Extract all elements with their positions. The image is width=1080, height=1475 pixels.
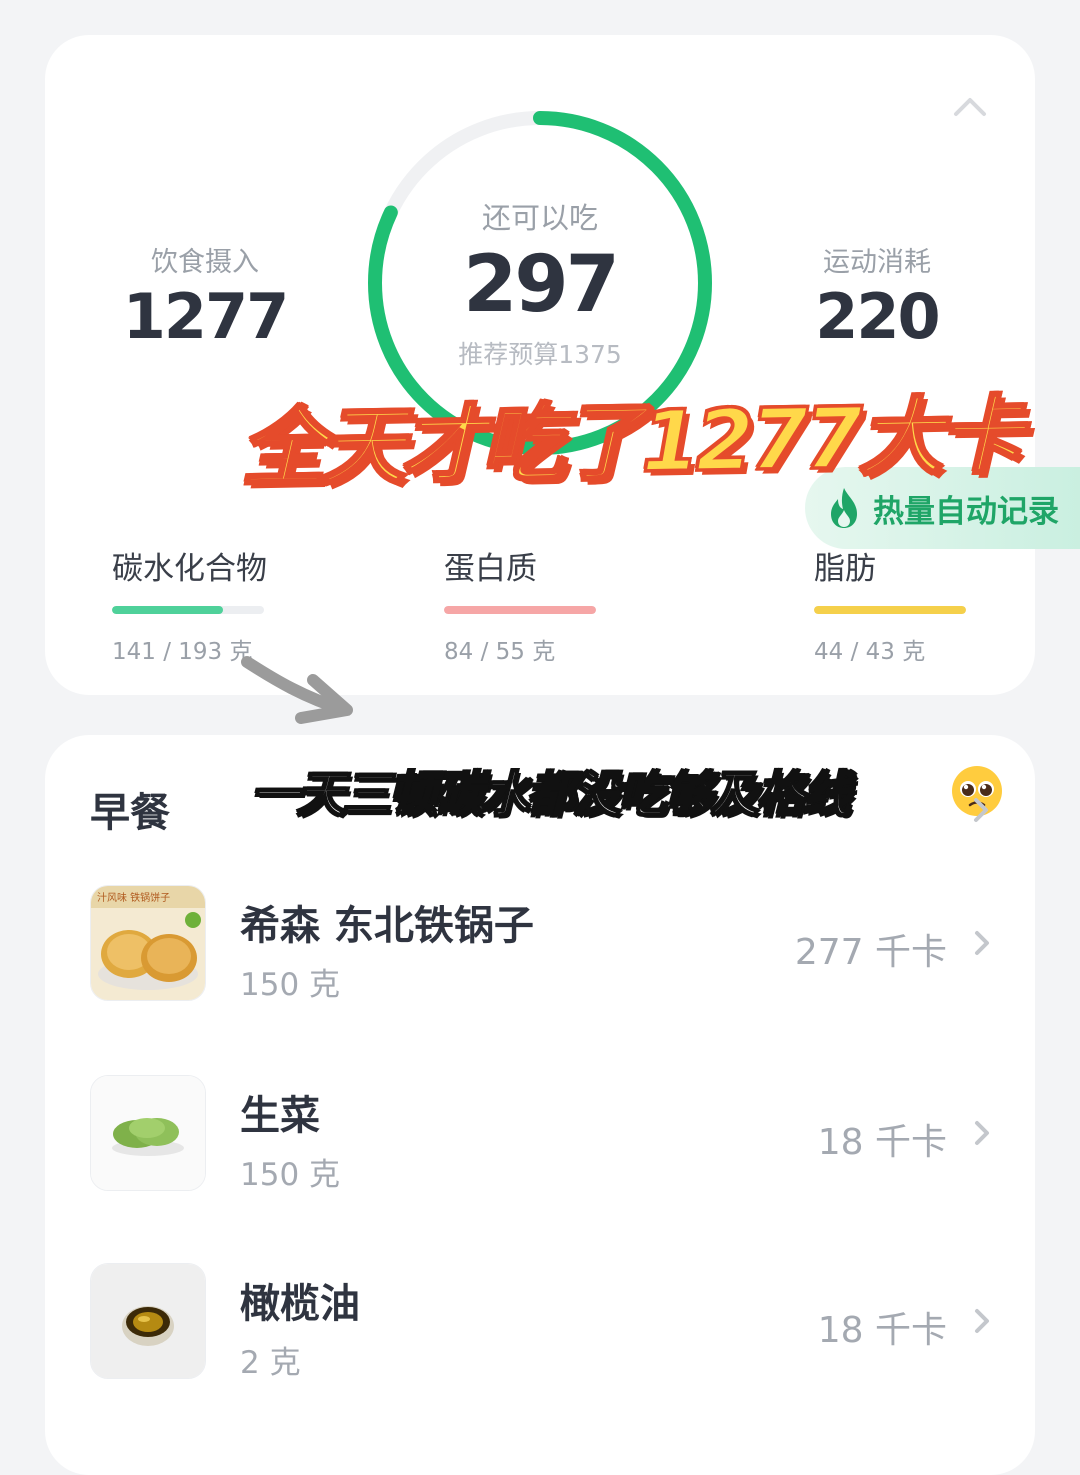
macro-value: 44 / 43 克 (814, 639, 926, 665)
chevron-right-icon[interactable] (972, 1307, 992, 1335)
olive-oil-image (91, 1264, 205, 1378)
chevron-right-icon[interactable] (972, 929, 992, 957)
food-amount: 2 克 (240, 1345, 301, 1381)
chevron-right-icon[interactable] (970, 795, 992, 825)
macro-label: 蛋白质 (444, 551, 537, 587)
food-thumbnail (90, 1075, 206, 1191)
food-item-row[interactable]: 汁风味 铁锅饼子 希森 东北铁锅子 150 克 277 千卡 (45, 885, 1035, 1035)
macro-bar-fill (814, 606, 966, 614)
remaining-value: 297 (463, 240, 620, 330)
macro-bar (444, 606, 596, 614)
exercise-value: 220 (815, 280, 940, 353)
macro-label: 脂肪 (814, 551, 876, 587)
thumb-label: 汁风味 铁锅饼子 (97, 891, 170, 904)
food-thumbnail (90, 1263, 206, 1379)
food-kcal: 18 千卡 (817, 1310, 947, 1351)
macro-carbs: 碳水化合物 141 / 193 克 (112, 543, 272, 666)
macro-bar-fill (112, 606, 223, 614)
macro-value: 84 / 55 克 (444, 639, 556, 665)
auto-record-label: 热量自动记录 (873, 493, 1059, 530)
overlay-caption-meal: 一天三顿碳水都没吃够及格线 (250, 766, 852, 824)
breakfast-card: 早餐 一天三顿碳水都没吃够及格线 汁风味 铁锅饼子 希森 东北铁锅子 150 克 (45, 735, 1035, 1475)
chevron-up-icon[interactable] (950, 90, 990, 120)
food-item-row[interactable]: 生菜 150 克 18 千卡 (45, 1075, 1035, 1225)
intake-value: 1277 (122, 280, 290, 353)
pancake-image: 汁风味 铁锅饼子 (91, 886, 205, 1000)
calorie-summary-card: 饮食摄入 1277 还可以吃 297 推荐预算1375 运动消耗 220 热量自… (45, 35, 1080, 695)
food-name: 橄榄油 (240, 1281, 360, 1327)
macro-bar-fill (444, 606, 596, 614)
food-name: 生菜 (240, 1093, 320, 1139)
macro-bar (112, 606, 264, 614)
overlay-caption: 全天才吃了1277大卡 (239, 385, 1021, 500)
food-item-row[interactable]: 橄榄油 2 克 18 千卡 (45, 1263, 1035, 1413)
macro-label: 碳水化合物 (112, 551, 267, 587)
food-kcal: 18 千卡 (817, 1122, 947, 1163)
lettuce-image (91, 1076, 205, 1190)
macro-protein: 蛋白质 84 / 55 克 (444, 543, 604, 666)
exercise-label: 运动消耗 (823, 247, 931, 278)
food-name: 希森 东北铁锅子 (240, 903, 534, 949)
recommended-budget: 推荐预算1375 (458, 340, 622, 369)
food-amount: 150 克 (240, 1157, 341, 1193)
intake-label: 饮食摄入 (151, 247, 259, 278)
macro-bar (814, 606, 966, 614)
food-thumbnail: 汁风味 铁锅饼子 (90, 885, 206, 1001)
remaining-label: 还可以吃 (481, 201, 598, 235)
food-amount: 150 克 (240, 967, 341, 1003)
chevron-right-icon[interactable] (972, 1119, 992, 1147)
macro-fat: 脂肪 44 / 43 克 (814, 543, 974, 666)
arrow-icon (241, 656, 353, 724)
food-kcal: 277 千卡 (794, 932, 947, 973)
